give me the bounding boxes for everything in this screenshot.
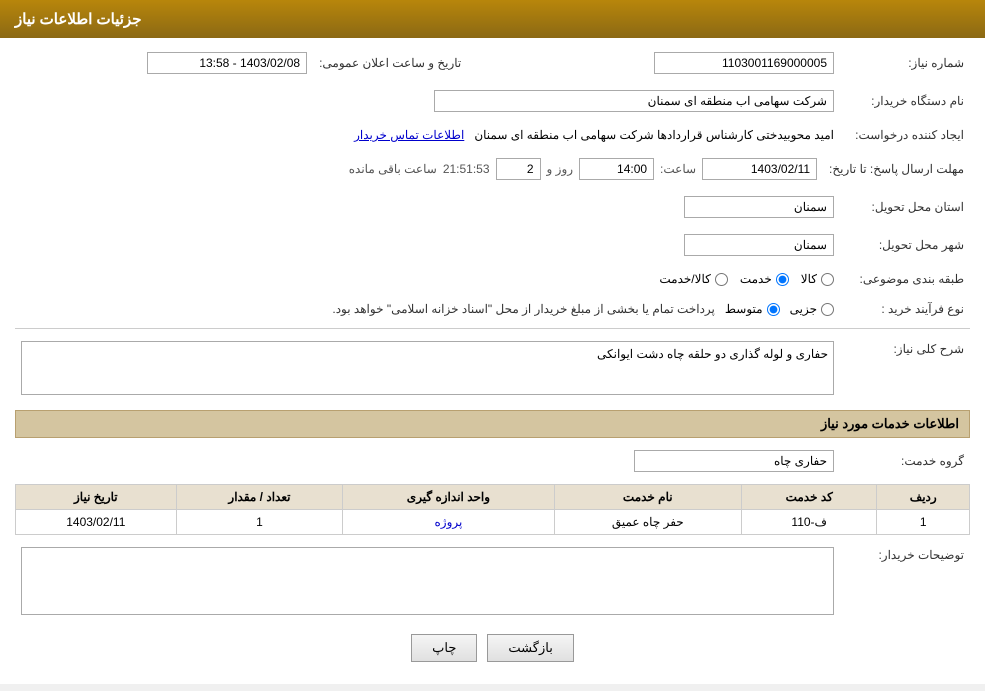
announcement-value <box>15 48 313 78</box>
announcement-input[interactable] <box>147 52 307 74</box>
info-table-deadline: مهلت ارسال پاسخ: تا تاریخ: ساعت: روز و 2… <box>15 154 970 184</box>
process-label: نوع فرآیند خرید : <box>840 298 970 320</box>
city-input[interactable] <box>684 234 834 256</box>
cell-unit: پروژه <box>343 510 554 535</box>
info-table-process: نوع فرآیند خرید : جزیی متوسط پرداخت تمام… <box>15 298 970 320</box>
col-row: ردیف <box>877 485 970 510</box>
page-header: جزئیات اطلاعات نیاز <box>0 0 985 38</box>
info-table-city: شهر محل تحویل: <box>15 230 970 260</box>
divider-1 <box>15 328 970 329</box>
creator-text: امید محوبیدختی کارشناس قراردادها شرکت سه… <box>474 128 834 142</box>
cell-name: حفر چاه عمیق <box>554 510 741 535</box>
header-title: جزئیات اطلاعات نیاز <box>15 11 142 28</box>
category-label: طبقه بندی موضوعی: <box>840 268 970 290</box>
info-table-notes: توضیحات خریدار: <box>15 543 970 622</box>
time-label: ساعت: <box>660 162 696 176</box>
content-area: شماره نیاز: تاریخ و ساعت اعلان عمومی: نا… <box>0 38 985 684</box>
radio-khadamat-label: خدمت <box>740 272 772 286</box>
buyer-notes-textarea[interactable] <box>21 547 834 615</box>
contact-link[interactable]: اطلاعات تماس خریدار <box>354 128 464 142</box>
description-value: حفاری و لوله گذاری دو حلقه چاه دشت ایوان… <box>15 337 840 402</box>
back-button[interactable]: بازگشت <box>487 634 573 662</box>
buyer-name-label: نام دستگاه خریدار: <box>840 86 970 116</box>
description-textarea[interactable]: حفاری و لوله گذاری دو حلقه چاه دشت ایوان… <box>21 341 834 395</box>
radio-kala-khadamat-label: کالا/خدمت <box>659 272 710 286</box>
tender-number-value <box>507 48 840 78</box>
province-label: استان محل تحویل: <box>840 192 970 222</box>
category-value: کالا خدمت کالا/خدمت <box>15 268 840 290</box>
deadline-date-input[interactable] <box>702 158 817 180</box>
services-table: ردیف کد خدمت نام خدمت واحد اندازه گیری ت… <box>15 484 970 535</box>
process-value: جزیی متوسط پرداخت تمام یا بخشی از مبلغ خ… <box>15 298 840 320</box>
announcement-label: تاریخ و ساعت اعلان عمومی: <box>313 48 467 78</box>
city-label: شهر محل تحویل: <box>840 230 970 260</box>
info-table-creator: ایجاد کننده درخواست: امید محوبیدختی کارش… <box>15 124 970 146</box>
days-label: روز و <box>547 162 574 176</box>
province-value <box>15 192 840 222</box>
radio-khadamat-input[interactable] <box>776 273 789 286</box>
radio-kala-input[interactable] <box>821 273 834 286</box>
tender-number-input[interactable] <box>654 52 834 74</box>
province-input[interactable] <box>684 196 834 218</box>
page-wrapper: جزئیات اطلاعات نیاز شماره نیاز: تاریخ و … <box>0 0 985 684</box>
service-group-label: گروه خدمت: <box>840 446 970 476</box>
info-table-top: شماره نیاز: تاریخ و ساعت اعلان عمومی: <box>15 48 970 78</box>
description-label: شرح کلی نیاز: <box>840 337 970 402</box>
radio-kala-label: کالا <box>801 272 817 286</box>
info-table-category: طبقه بندی موضوعی: کالا خدمت <box>15 268 970 290</box>
radio-khadamat: خدمت <box>740 272 789 286</box>
service-group-input[interactable] <box>634 450 834 472</box>
col-name: نام خدمت <box>554 485 741 510</box>
radio-mottavaset-input[interactable] <box>767 303 780 316</box>
info-table-desc: شرح کلی نیاز: حفاری و لوله گذاری دو حلقه… <box>15 337 970 402</box>
col-date: تاریخ نیاز <box>16 485 177 510</box>
creator-label: ایجاد کننده درخواست: <box>840 124 970 146</box>
remaining-value: 21:51:53 <box>443 162 490 176</box>
tender-number-label: شماره نیاز: <box>840 48 970 78</box>
days-input[interactable] <box>496 158 541 180</box>
col-unit: واحد اندازه گیری <box>343 485 554 510</box>
deadline-label: مهلت ارسال پاسخ: تا تاریخ: <box>823 154 970 184</box>
print-button[interactable]: چاپ <box>411 634 477 662</box>
table-row: 1 ف-110 حفر چاه عمیق پروژه 1 1403/02/11 <box>16 510 970 535</box>
radio-kala-khadamat-input[interactable] <box>715 273 728 286</box>
cell-date: 1403/02/11 <box>16 510 177 535</box>
info-table-buyer: نام دستگاه خریدار: <box>15 86 970 116</box>
col-code: کد خدمت <box>741 485 877 510</box>
deadline-time-input[interactable] <box>579 158 654 180</box>
remaining-label: ساعت باقی مانده <box>349 162 437 176</box>
service-group-value <box>15 446 840 476</box>
cell-qty: 1 <box>176 510 343 535</box>
process-notice: پرداخت تمام یا بخشی از مبلغ خریدار از مح… <box>332 302 715 316</box>
cell-row: 1 <box>877 510 970 535</box>
col-qty: تعداد / مقدار <box>176 485 343 510</box>
creator-value: امید محوبیدختی کارشناس قراردادها شرکت سه… <box>15 124 840 146</box>
city-value <box>15 230 840 260</box>
radio-mottavaset-label: متوسط <box>725 302 763 316</box>
buyer-notes-value <box>15 543 840 622</box>
service-section-header: اطلاعات خدمات مورد نیاز <box>15 410 970 438</box>
radio-kala: کالا <box>801 272 834 286</box>
deadline-values: ساعت: روز و 21:51:53 ساعت باقی مانده <box>15 154 823 184</box>
buyer-notes-label: توضیحات خریدار: <box>840 543 970 622</box>
radio-jozvi-label: جزیی <box>790 302 817 316</box>
radio-jozvi: جزیی <box>790 302 834 316</box>
info-table-province: استان محل تحویل: <box>15 192 970 222</box>
info-table-service-group: گروه خدمت: <box>15 446 970 476</box>
radio-jozvi-input[interactable] <box>821 303 834 316</box>
buyer-name-value <box>15 86 840 116</box>
button-row: بازگشت چاپ <box>15 634 970 662</box>
radio-kala-khadamat: کالا/خدمت <box>659 272 727 286</box>
cell-code: ف-110 <box>741 510 877 535</box>
buyer-name-input[interactable] <box>434 90 834 112</box>
radio-mottavaset: متوسط <box>725 302 780 316</box>
